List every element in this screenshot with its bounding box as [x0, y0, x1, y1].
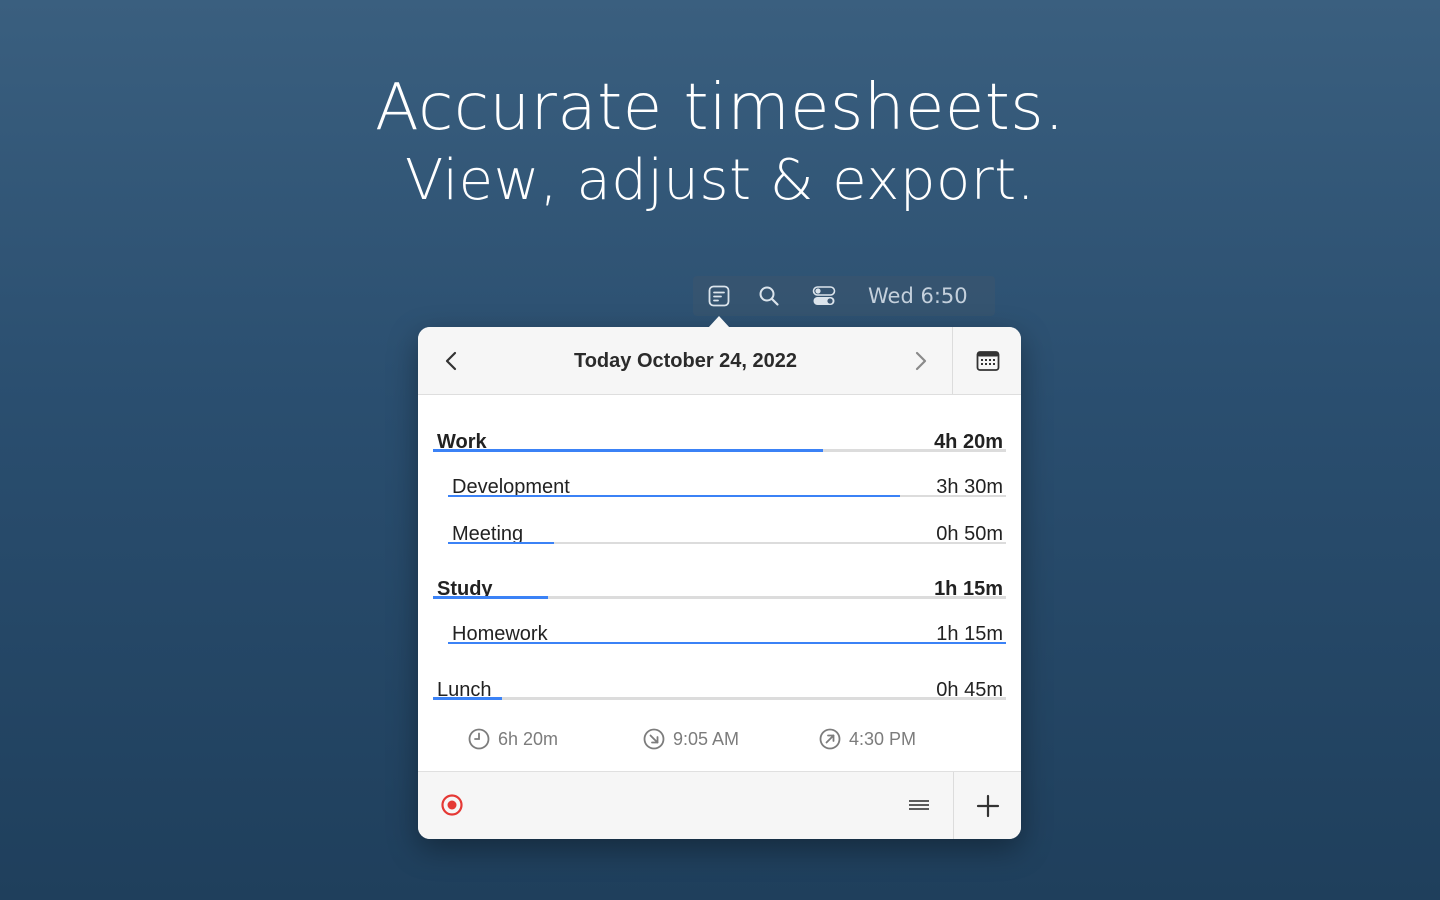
timesheet-icon[interactable] — [707, 284, 731, 308]
task-row-homework[interactable]: Homework 1h 15m — [448, 598, 1006, 645]
chevron-right-icon[interactable] — [908, 349, 932, 373]
progress-fill — [448, 542, 555, 544]
calendar-icon[interactable] — [976, 349, 1000, 373]
progress-track — [448, 642, 1006, 644]
popover-header: Today October 24, 2022 — [418, 327, 1021, 395]
category-row-study[interactable]: Study 1h 15m — [433, 553, 1006, 600]
progress-fill — [448, 642, 1006, 644]
timesheet-popover: Today October 24, 2022 Work 4h 20m Devel… — [418, 327, 1021, 839]
arrow-down-right-circle-icon — [643, 728, 665, 750]
category-row-work[interactable]: Work 4h 20m — [433, 406, 1006, 453]
progress-fill — [448, 495, 900, 497]
progress-track — [433, 697, 1006, 700]
summary-total-text: 6h 20m — [498, 729, 559, 749]
chevron-left-icon[interactable] — [440, 349, 464, 373]
search-icon[interactable] — [757, 284, 781, 308]
headline: Accurate timesheets. View, adjust & expo… — [0, 70, 1440, 216]
menubar-clock: Wed 6:50 — [868, 284, 968, 308]
toggles-icon[interactable] — [812, 284, 836, 308]
summary-end-text: 4:30 PM — [849, 729, 917, 749]
summary-end: 4:30 PM — [818, 725, 948, 753]
progress-track — [448, 495, 1006, 497]
record-icon[interactable] — [440, 793, 464, 817]
plus-icon[interactable] — [975, 793, 1001, 819]
headline-line-1: Accurate timesheets. — [375, 71, 1065, 145]
arrow-up-right-circle-icon — [819, 728, 841, 750]
progress-fill — [433, 697, 502, 700]
headline-line-2: View, adjust & export. — [404, 148, 1035, 213]
clock-icon — [468, 728, 490, 750]
menu-bar: Wed 6:50 — [693, 276, 995, 316]
footer-divider — [953, 772, 954, 839]
summary-total: 6h 20m — [467, 725, 597, 753]
date-title: Today October 24, 2022 — [573, 350, 798, 372]
summary-start: 9:05 AM — [642, 725, 772, 753]
category-row-lunch[interactable]: Lunch 0h 45m — [433, 654, 1006, 701]
header-divider — [952, 327, 953, 394]
summary-start-text: 9:05 AM — [673, 729, 740, 749]
list-icon[interactable] — [907, 793, 931, 817]
progress-track — [448, 542, 1006, 544]
popover-caret — [708, 316, 730, 328]
task-row-meeting[interactable]: Meeting 0h 50m — [448, 498, 1006, 545]
popover-footer — [418, 771, 1021, 839]
task-row-development[interactable]: Development 3h 30m — [448, 451, 1006, 498]
